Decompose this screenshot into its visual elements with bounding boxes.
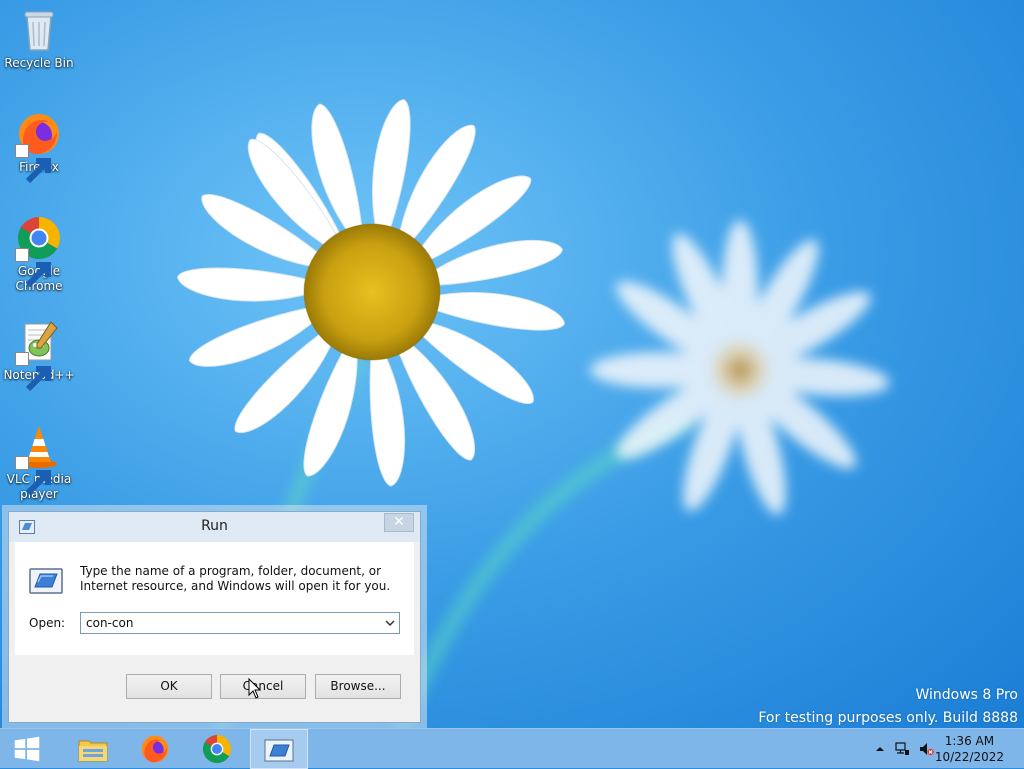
taskbar-clock[interactable]: 1:36 AM 10/22/2022 [935,733,1004,765]
clock-time: 1:36 AM [944,734,995,748]
chrome-icon [202,735,232,764]
mouse-cursor-icon [248,678,262,699]
shortcut-arrow-icon [15,456,51,496]
clock-date: 10/22/2022 [934,750,1004,764]
desktop-icon-recycle-bin[interactable]: Recycle Bin [1,6,77,71]
notepadpp-icon [15,318,63,392]
shortcut-arrow-icon [15,352,51,392]
windows-watermark: Windows 8 Pro For testing purposes only.… [758,684,1018,730]
ok-button[interactable]: OK [126,674,212,699]
run-titlebar[interactable]: Run ✕ [9,512,420,542]
watermark-edition: Windows 8 Pro [915,687,1018,703]
network-icon[interactable] [894,741,910,757]
vlc-icon [15,422,63,496]
run-title: Run [201,518,228,534]
chevron-down-icon[interactable] [383,616,397,630]
open-combobox[interactable] [80,612,400,634]
close-button[interactable]: ✕ [384,513,414,532]
run-program-icon [29,568,63,594]
open-input[interactable] [81,613,380,633]
show-hidden-icons-icon[interactable] [872,741,888,757]
taskbar-run[interactable] [250,729,308,769]
volume-muted-icon[interactable] [918,741,934,757]
taskbar-firefox[interactable] [126,729,184,769]
taskbar-chrome[interactable] [188,729,246,769]
start-button[interactable] [0,729,58,769]
cancel-button[interactable]: Cancel [220,674,306,699]
taskbar-file-explorer[interactable] [64,729,122,769]
desktop-icon-firefox[interactable]: Firefox [1,110,77,184]
system-tray: 1:36 AM 10/22/2022 [864,729,1024,769]
desktop-icon-label: Recycle Bin [4,56,74,70]
run-icon [264,739,294,762]
shortcut-arrow-icon [15,248,51,288]
firefox-icon [15,110,63,184]
start-icon [14,736,40,762]
desktop-icon-vlc[interactable]: VLC media player [1,422,77,502]
run-description: Type the name of a program, folder, docu… [80,564,391,593]
taskbar: 1:36 AM 10/22/2022 [0,728,1024,769]
file-explorer-icon [78,740,108,762]
desktop-icon-notepadpp[interactable]: Notepad++ [1,318,77,392]
browse-button[interactable]: Browse... [315,674,401,699]
run-dialog: Run ✕ Type the name of a program, folder… [8,511,421,723]
run-body: Type the name of a program, folder, docu… [15,542,414,655]
recycle-bin-icon [15,6,63,54]
desktop-icon-google-chrome[interactable]: Google Chrome [1,214,77,294]
watermark-build: For testing purposes only. Build 8888 [758,710,1018,726]
shortcut-arrow-icon [15,144,51,184]
firefox-icon [141,735,169,763]
chrome-icon [15,214,63,288]
open-label: Open: [29,616,66,630]
